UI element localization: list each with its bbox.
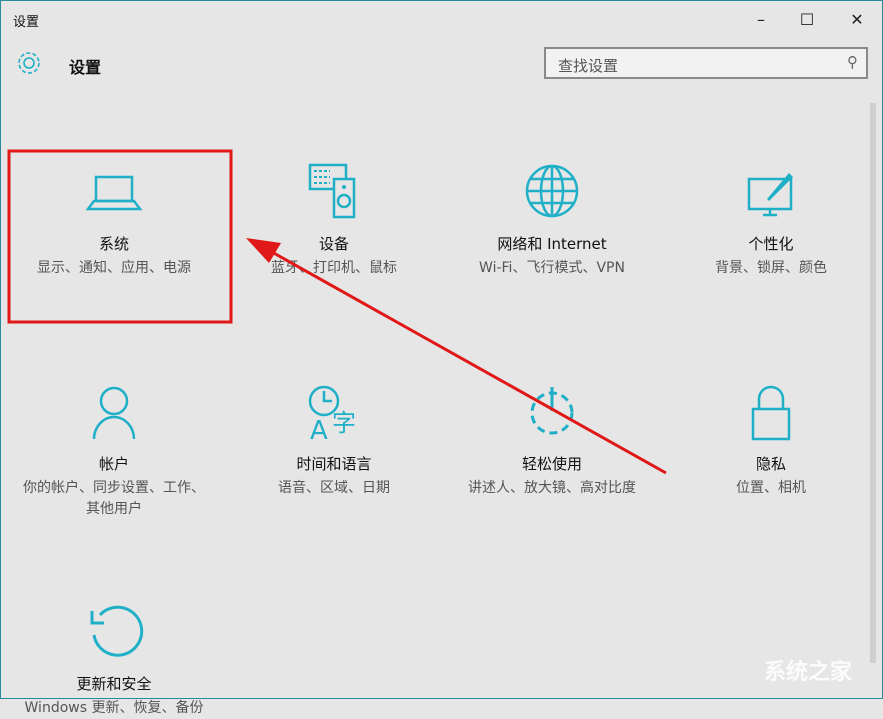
search-placeholder: 查找设置 xyxy=(558,55,618,76)
tile-title: 帐户 xyxy=(9,453,219,474)
annotation-overlay xyxy=(1,1,883,700)
svg-text:字: 字 xyxy=(332,409,356,437)
tile-personalization[interactable]: 个性化 背景、锁屏、颜色 xyxy=(666,161,876,279)
svg-text:A: A xyxy=(310,416,328,445)
tile-privacy[interactable]: 隐私 位置、相机 xyxy=(666,381,876,499)
tile-ease-of-access[interactable]: 轻松使用 讲述人、放大镜、高对比度 xyxy=(447,381,657,499)
laptop-icon xyxy=(82,161,146,225)
tile-network[interactable]: 网络和 Internet Wi-Fi、飞行模式、VPN xyxy=(447,161,657,279)
refresh-icon xyxy=(82,601,146,665)
watermark-logo: 系统之家 xyxy=(764,654,852,686)
tile-system[interactable]: 系统 显示、通知、应用、电源 xyxy=(9,161,219,279)
tile-accounts[interactable]: 帐户 你的帐户、同步设置、工作、其他用户 xyxy=(9,381,219,520)
scrollbar[interactable] xyxy=(868,91,878,691)
tile-title: 设备 xyxy=(229,233,439,254)
minimize-button[interactable]: – xyxy=(741,7,781,33)
search-icon[interactable]: ⚲ xyxy=(847,53,858,71)
lock-icon xyxy=(739,381,803,445)
tile-title: 个性化 xyxy=(666,233,876,254)
tile-title: 轻松使用 xyxy=(447,453,657,474)
search-input[interactable]: 查找设置 ⚲ xyxy=(544,47,868,79)
globe-icon xyxy=(520,161,584,225)
tile-subtitle: 位置、相机 xyxy=(666,478,876,499)
tile-title: 更新和安全 xyxy=(9,673,219,694)
tile-title: 网络和 Internet xyxy=(447,233,657,254)
scrollbar-thumb[interactable] xyxy=(870,103,876,663)
tile-subtitle: 语音、区域、日期 xyxy=(229,478,439,499)
tile-title: 隐私 xyxy=(666,453,876,474)
tile-devices[interactable]: 设备 蓝牙、打印机、鼠标 xyxy=(229,161,439,279)
tile-subtitle: 蓝牙、打印机、鼠标 xyxy=(229,258,439,279)
tile-time-language[interactable]: A字 时间和语言 语音、区域、日期 xyxy=(229,381,439,499)
tile-subtitle: Wi-Fi、飞行模式、VPN xyxy=(447,258,657,279)
paint-icon xyxy=(739,161,803,225)
page-title: 设置 xyxy=(69,54,101,78)
tile-subtitle: 显示、通知、应用、电源 xyxy=(9,258,219,279)
maximize-button[interactable]: ☐ xyxy=(787,7,827,33)
tile-title: 时间和语言 xyxy=(229,453,439,474)
title-bar: 设置 – ☐ ✕ xyxy=(1,1,883,37)
time-language-icon: A字 xyxy=(302,381,366,445)
tile-update-security[interactable]: 更新和安全 Windows 更新、恢复、备份 xyxy=(9,601,219,719)
tile-subtitle: 你的帐户、同步设置、工作、其他用户 xyxy=(9,478,219,520)
tile-subtitle: 讲述人、放大镜、高对比度 xyxy=(447,478,657,499)
ease-of-access-icon xyxy=(520,381,584,445)
person-icon xyxy=(82,381,146,445)
keyboard-speaker-icon xyxy=(302,161,366,225)
tile-subtitle: 背景、锁屏、颜色 xyxy=(666,258,876,279)
close-button[interactable]: ✕ xyxy=(837,7,877,33)
tile-subtitle: Windows 更新、恢复、备份 xyxy=(9,698,219,719)
window-title: 设置 xyxy=(13,11,39,30)
gear-icon xyxy=(15,49,43,77)
tile-title: 系统 xyxy=(9,233,219,254)
